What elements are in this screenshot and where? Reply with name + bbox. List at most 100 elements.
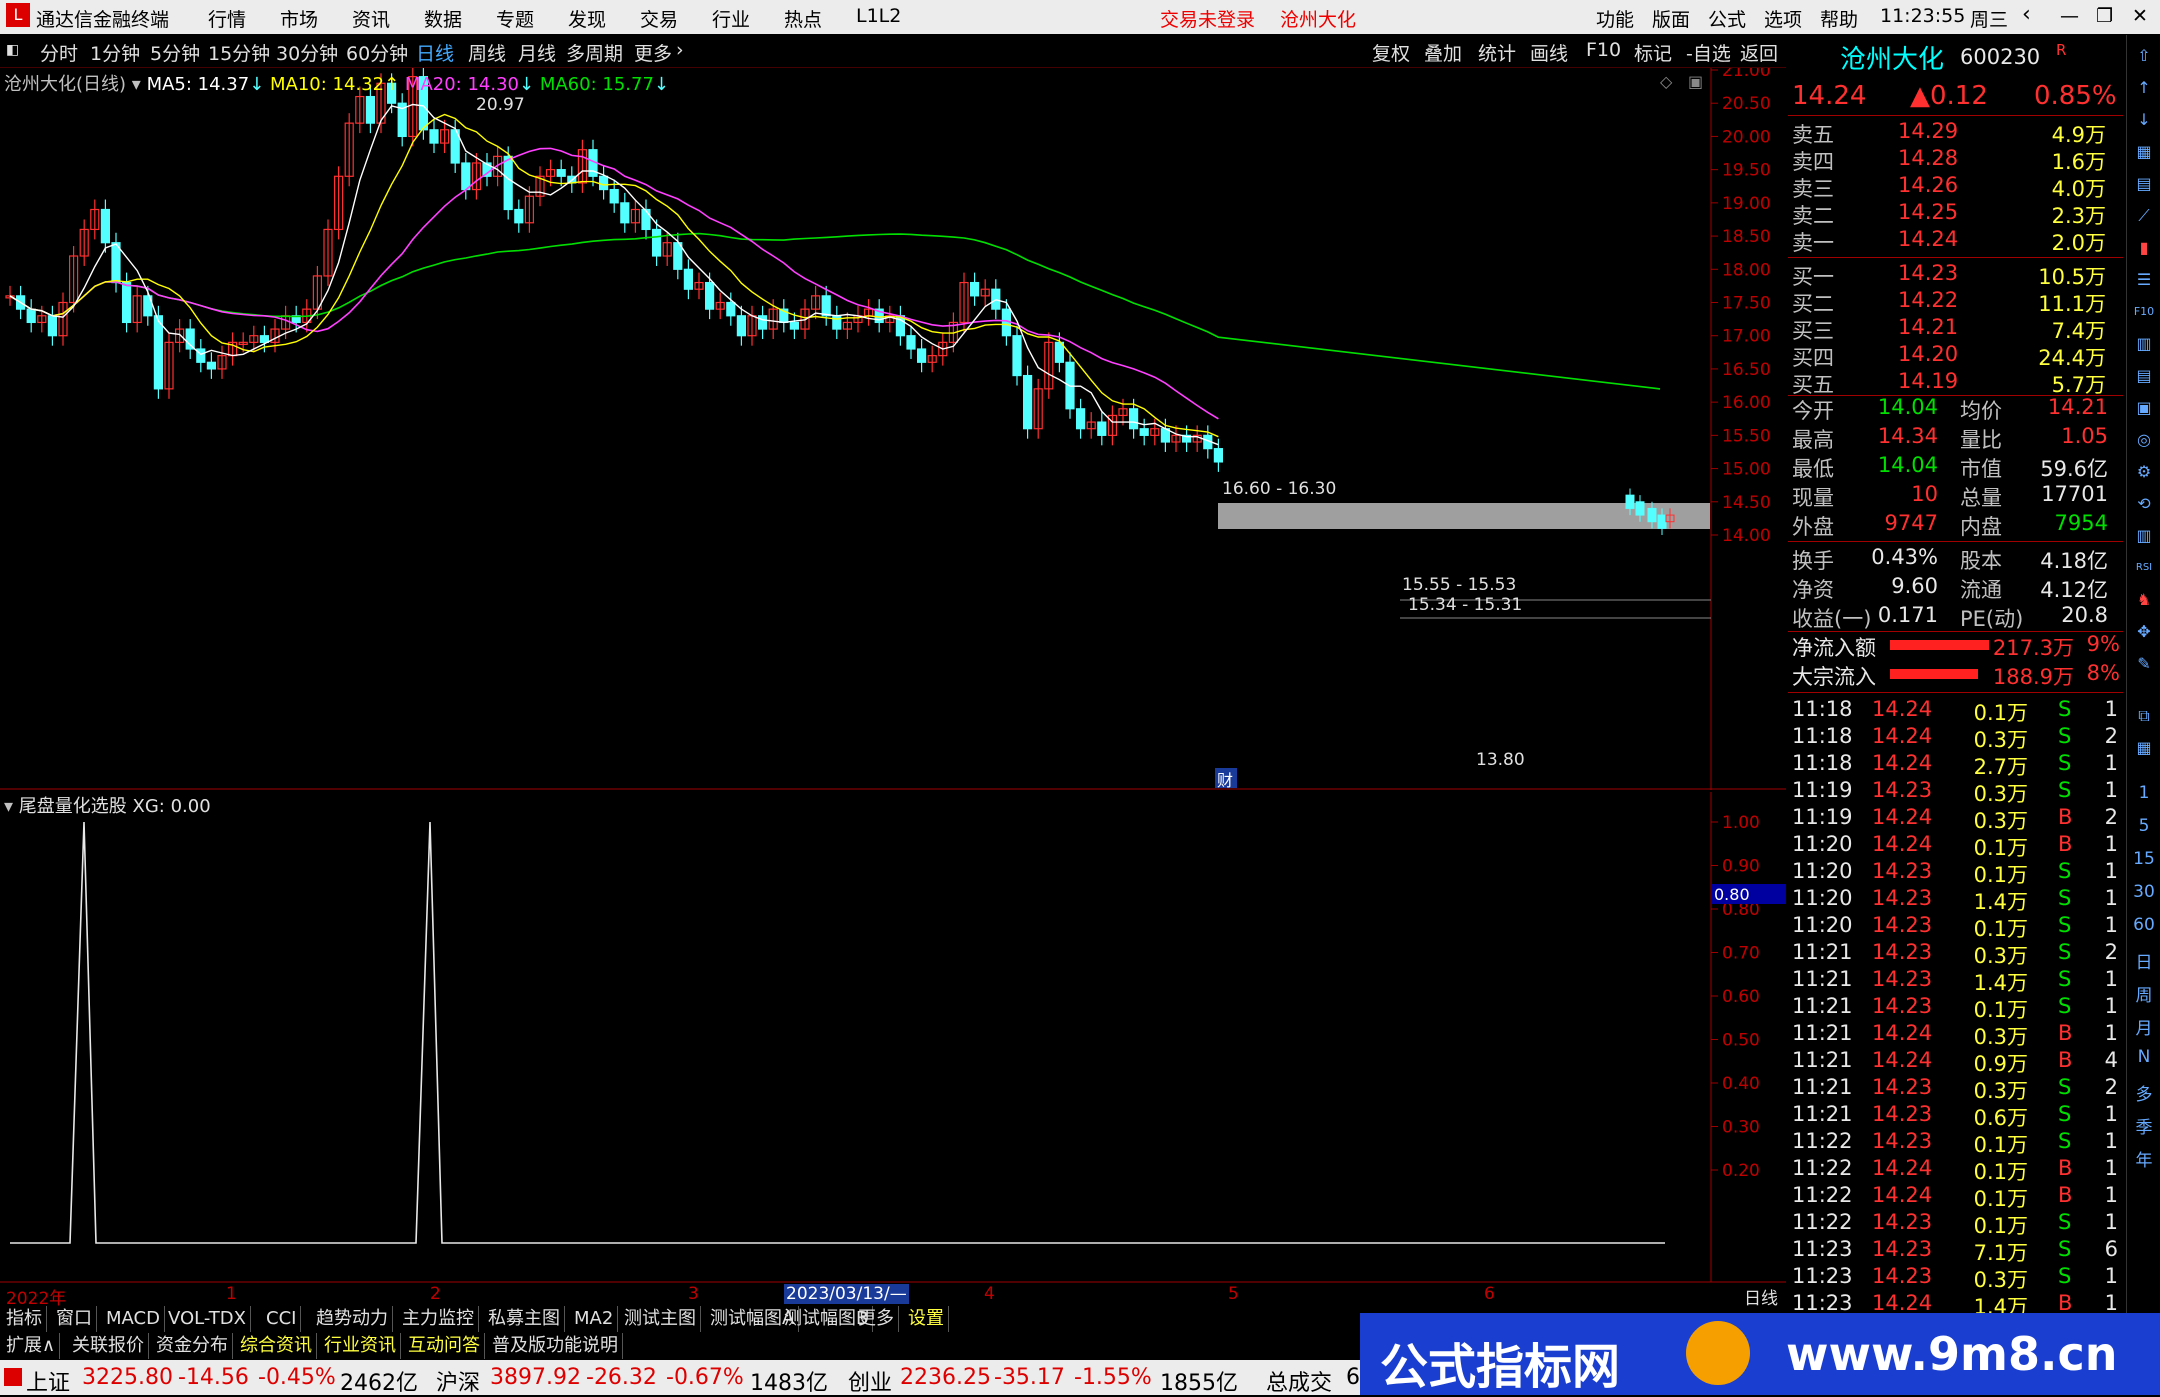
back-icon[interactable]: ‹ (2022, 2, 2031, 27)
info-tab[interactable]: 资金分布 (152, 1333, 233, 1359)
expand-icon[interactable]: ▣ (1688, 72, 1703, 91)
indicator-tab[interactable]: 窗口 (52, 1306, 97, 1332)
bid-row[interactable]: 买五 14.19 5.7万 (1788, 369, 2123, 397)
menu-layout[interactable]: 版面 (1652, 5, 1690, 32)
calc-icon[interactable]: ▦ (2131, 735, 2157, 761)
bars-icon[interactable]: ▥ (2131, 523, 2157, 549)
indicator-tab[interactable]: MA2 (570, 1306, 619, 1332)
ask-row[interactable]: 卖五 14.29 4.9万 (1788, 119, 2123, 147)
menu-help[interactable]: 帮助 (1820, 5, 1858, 32)
indicator-tab[interactable]: 私募主图 (484, 1306, 565, 1332)
indicator-tab[interactable]: CCI (262, 1306, 302, 1332)
sync-icon[interactable]: ⟲ (2131, 491, 2157, 517)
fs-icon[interactable]: ▣ (2131, 395, 2157, 421)
pen-icon[interactable]: ✎ (2131, 651, 2157, 677)
maximize-icon[interactable]: ❐ (2096, 5, 2113, 27)
overlay-button[interactable]: 叠加 (1424, 39, 1462, 66)
return-button[interactable]: 返回 (1740, 39, 1778, 66)
period-switch[interactable]: 年 (2127, 1146, 2160, 1171)
target-icon[interactable]: ◎ (2131, 427, 2157, 453)
menu-item[interactable]: 行业 (712, 5, 750, 32)
period-switch[interactable]: 5 (2127, 816, 2160, 836)
arrow-up-icon[interactable]: ↑ (2131, 75, 2157, 101)
period-tab[interactable]: 分时 (40, 39, 78, 66)
document-icon[interactable]: ▤ (2131, 363, 2157, 389)
dropdown-icon[interactable]: ▾ (132, 74, 141, 95)
period-switch[interactable]: 30 (2127, 882, 2160, 902)
period-switch[interactable]: 1 (2127, 783, 2160, 803)
bid-row[interactable]: 买一 14.23 10.5万 (1788, 261, 2123, 289)
menu-item[interactable]: 市场 (280, 5, 318, 32)
menu-function[interactable]: 功能 (1596, 5, 1634, 32)
indicator-tab[interactable]: 主力监控 (398, 1306, 479, 1332)
period-tab[interactable]: 更多 (634, 39, 672, 66)
period-switch[interactable]: 日 (2127, 948, 2160, 973)
rsi-icon[interactable]: RSI (2131, 555, 2157, 581)
stats-button[interactable]: 统计 (1478, 39, 1516, 66)
bid-row[interactable]: 买二 14.22 11.1万 (1788, 288, 2123, 316)
info-tab[interactable]: 扩展∧ (2, 1333, 61, 1359)
chart-icon[interactable]: ▦ (2131, 139, 2157, 165)
menu-item[interactable]: 发现 (568, 5, 606, 32)
ask-row[interactable]: 卖一 14.24 2.0万 (1788, 227, 2123, 255)
info-tab[interactable]: 行业资讯 (320, 1333, 401, 1359)
arrow-down-icon[interactable]: ↓ (2131, 107, 2157, 133)
sync-icon[interactable]: ⧉ (2131, 703, 2157, 729)
remove-watchlist-button[interactable]: -自选 (1686, 39, 1731, 66)
login-status[interactable]: 交易未登录 (1160, 5, 1255, 32)
table-icon[interactable]: ▥ (2131, 331, 2157, 357)
ask-row[interactable]: 卖四 14.28 1.6万 (1788, 146, 2123, 174)
bull-icon[interactable]: ♞ (2131, 587, 2157, 613)
chevron-right-icon[interactable]: › (676, 39, 684, 61)
indicator-tab[interactable]: VOL-TDX (164, 1306, 251, 1332)
kline-chart[interactable]: 21.00 20.50 20.00 19.50 19.00 18.50 18.00 17.50… (0, 68, 1786, 790)
period-tab[interactable]: 60分钟 (346, 39, 408, 66)
indicator-tab[interactable]: 测试主图 (620, 1306, 701, 1332)
menu-formula[interactable]: 公式 (1708, 5, 1746, 32)
indicator-tab[interactable]: 指标 (2, 1306, 47, 1332)
menu-item[interactable]: 行情 (208, 5, 246, 32)
period-switch[interactable]: N (2127, 1047, 2160, 1067)
menu-options[interactable]: 选项 (1764, 5, 1802, 32)
period-switch[interactable]: 60 (2127, 915, 2160, 935)
period-tab[interactable]: 5分钟 (150, 39, 200, 66)
f10-button[interactable]: F10 (1586, 39, 1621, 61)
period-tab[interactable]: 30分钟 (276, 39, 338, 66)
indicator-tab[interactable]: MACD (102, 1306, 165, 1332)
cy-name[interactable]: 创业 (848, 1365, 892, 1397)
arrow-up-icon[interactable]: ⇧ (2131, 43, 2157, 69)
menu-item[interactable]: 数据 (424, 5, 462, 32)
move-icon[interactable]: ✥ (2131, 619, 2157, 645)
menu-item[interactable]: 热点 (784, 5, 822, 32)
menu-item[interactable]: 交易 (640, 5, 678, 32)
adjust-button[interactable]: 复权 (1372, 39, 1410, 66)
bid-row[interactable]: 买三 14.21 7.4万 (1788, 315, 2123, 343)
dropdown-icon[interactable]: ▾ (4, 796, 13, 817)
period-tab[interactable]: 周线 (468, 39, 506, 66)
period-tab[interactable]: 1分钟 (90, 39, 140, 66)
ask-row[interactable]: 卖三 14.26 4.0万 (1788, 173, 2123, 201)
info-tab[interactable]: 关联报价 (68, 1333, 149, 1359)
mark-button[interactable]: 标记 (1634, 39, 1672, 66)
indicator-chart[interactable]: 1.00 0.90 0.80 0.70 0.60 0.50 0.40 0.30 0.20 ▾ 尾… (0, 792, 1786, 1284)
draw-button[interactable]: 画线 (1530, 39, 1568, 66)
diamond-icon[interactable]: ◇ (1660, 72, 1672, 91)
candle-icon[interactable]: ▮ (2131, 235, 2157, 261)
grid-icon[interactable]: ▤ (2131, 171, 2157, 197)
indicator-tab[interactable]: 趋势动力 (312, 1306, 393, 1332)
f10-icon[interactable]: F10 (2131, 299, 2157, 325)
period-tab[interactable]: 月线 (518, 39, 556, 66)
menu-item[interactable]: 专题 (496, 5, 534, 32)
period-switch[interactable]: 15 (2127, 849, 2160, 869)
indicator-tab[interactable]: 设置 (904, 1306, 949, 1332)
info-tab[interactable]: 互动问答 (404, 1333, 485, 1359)
period-tab[interactable]: 15分钟 (208, 39, 270, 66)
menu-item[interactable]: 资讯 (352, 5, 390, 32)
period-switch[interactable]: 月 (2127, 1014, 2160, 1039)
period-switch[interactable]: 多 (2127, 1080, 2160, 1105)
sh-name[interactable]: 上证 (26, 1365, 70, 1397)
gear-icon[interactable]: ⚙ (2131, 459, 2157, 485)
bid-row[interactable]: 买四 14.20 24.4万 (1788, 342, 2123, 370)
menu-item[interactable]: L1L2 (856, 5, 901, 27)
period-switch[interactable]: 周 (2127, 981, 2160, 1006)
